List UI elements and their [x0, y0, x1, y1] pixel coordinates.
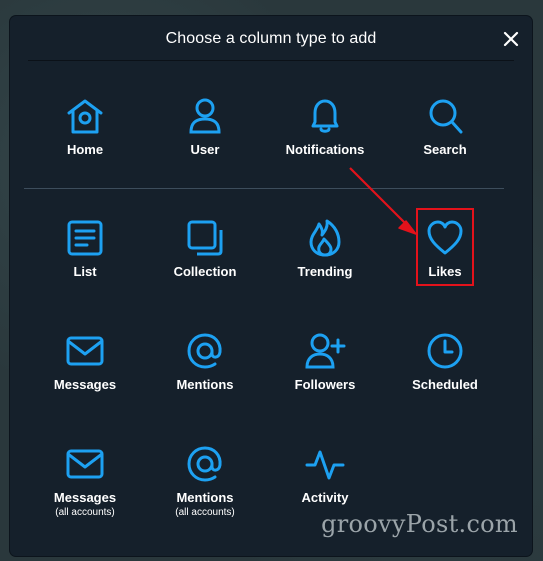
- column-label: Followers: [294, 377, 356, 392]
- column-option-user[interactable]: User: [145, 96, 265, 191]
- list-icon: [65, 218, 105, 258]
- column-label: Home: [66, 142, 104, 157]
- column-option-mentions-all-accounts[interactable]: Mentions (all accounts): [145, 444, 265, 539]
- dialog-title: Choose a column type to add: [165, 30, 377, 47]
- column-label: Collection: [173, 264, 237, 279]
- annotation-arrow: [349, 167, 417, 235]
- search-icon: [425, 96, 465, 136]
- user-icon: [185, 96, 225, 136]
- column-label: Mentions: [176, 377, 234, 392]
- column-label: Scheduled: [412, 377, 478, 392]
- at-icon: [185, 331, 225, 371]
- activity-icon: [305, 444, 345, 484]
- bell-icon: [305, 96, 345, 136]
- column-option-messages[interactable]: Messages: [25, 331, 145, 426]
- column-option-collection[interactable]: Collection: [145, 218, 265, 313]
- column-label: Search: [423, 142, 467, 157]
- flame-icon: [305, 218, 345, 258]
- column-option-home[interactable]: Home: [25, 96, 145, 191]
- clock-icon: [425, 331, 465, 371]
- close-button[interactable]: [502, 30, 520, 48]
- at-icon: [185, 444, 225, 484]
- column-label: Activity: [301, 490, 349, 505]
- column-option-followers[interactable]: Followers: [265, 331, 385, 426]
- column-label: Messages: [53, 377, 117, 392]
- column-label: Trending: [297, 264, 353, 279]
- add-user-icon: [305, 331, 346, 371]
- column-label: Mentions: [176, 490, 234, 505]
- home-icon: [65, 96, 105, 136]
- close-icon: [503, 31, 519, 47]
- column-option-scheduled[interactable]: Scheduled: [385, 331, 505, 426]
- watermark: groovyPost.com: [321, 510, 518, 538]
- column-label: List: [73, 264, 97, 279]
- column-label: Messages: [53, 490, 117, 505]
- mail-icon: [65, 331, 105, 371]
- column-option-messages-all-accounts[interactable]: Messages (all accounts): [25, 444, 145, 539]
- column-option-mentions[interactable]: Mentions: [145, 331, 265, 426]
- column-sublabel: (all accounts): [55, 507, 115, 518]
- column-label: User: [190, 142, 220, 157]
- column-sublabel: (all accounts): [175, 507, 235, 518]
- add-column-dialog: Choose a column type to add Home User No…: [10, 16, 532, 556]
- mail-icon: [65, 444, 105, 484]
- header-divider: [28, 60, 514, 61]
- collection-icon: [185, 218, 225, 258]
- column-label: Notifications: [285, 142, 365, 157]
- column-option-list[interactable]: List: [25, 218, 145, 313]
